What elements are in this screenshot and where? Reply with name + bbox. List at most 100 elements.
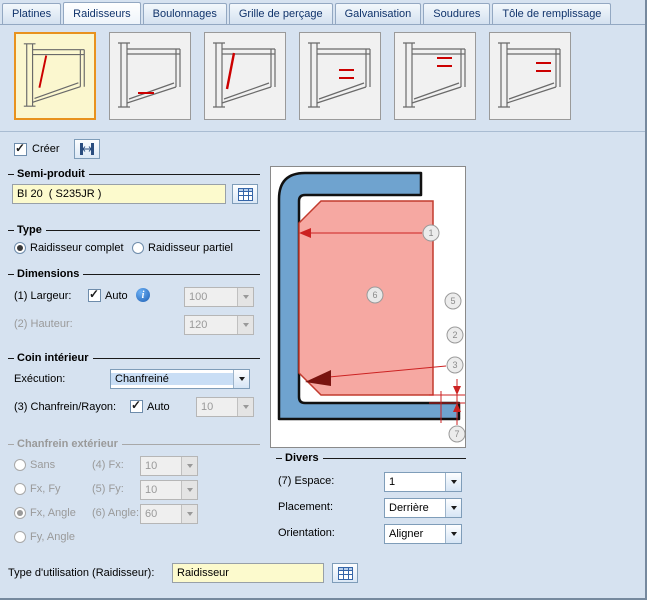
radio-raidisseur-complet-label: Raidisseur complet	[30, 242, 124, 254]
chevron-down-icon	[181, 505, 197, 523]
radio-fx-fy[interactable]	[14, 483, 26, 495]
tab-soudures[interactable]: Soudures	[423, 3, 490, 24]
chevron-down-icon	[445, 473, 461, 491]
fy-value: 10	[141, 484, 181, 496]
placement-value: Derrière	[385, 502, 445, 514]
largeur-auto-label: Auto	[105, 290, 128, 302]
callout-5: 5	[445, 293, 461, 309]
tab-grille-de-percage[interactable]: Grille de perçage	[229, 3, 333, 24]
radio-fy-angle[interactable]	[14, 531, 26, 543]
chevron-down-icon	[181, 457, 197, 475]
chevron-down-icon	[181, 481, 197, 499]
execution-value: Chanfreiné	[111, 373, 233, 385]
callout-6: 6	[367, 287, 383, 303]
fx-label: (4) Fx:	[92, 459, 124, 471]
stiffener-sketch-icon	[300, 33, 380, 119]
create-checkbox[interactable]	[14, 143, 27, 156]
svg-text:1: 1	[428, 228, 433, 238]
placement-combo[interactable]: Derrière	[384, 498, 462, 518]
group-coin-interieur: Coin intérieur Exécution: Chanfreiné (3)…	[8, 352, 260, 426]
stiffener-mode-button[interactable]	[74, 139, 100, 159]
svg-text:5: 5	[450, 296, 455, 306]
stiffener-preview-diagram: 1 5 2 3 6	[271, 167, 465, 447]
execution-label: Exécution:	[14, 373, 65, 385]
espace-value: 1	[385, 476, 445, 488]
callout-1: 1	[423, 225, 439, 241]
angle-label: (6) Angle:	[92, 507, 139, 519]
tab-galvanisation[interactable]: Galvanisation	[335, 3, 422, 24]
radio-sans[interactable]	[14, 459, 26, 471]
chevron-down-icon	[237, 398, 253, 416]
group-title-divers: Divers	[282, 452, 323, 464]
hauteur-label: (2) Hauteur:	[14, 318, 73, 330]
tab-bar: Platines Raidisseurs Boulonnages Grille …	[2, 2, 613, 24]
group-dimensions: Dimensions (1) Largeur: Auto i 100 (2) H…	[8, 268, 260, 344]
info-icon[interactable]: i	[136, 288, 150, 302]
create-label: Créer	[32, 143, 60, 155]
tab-platines[interactable]: Platines	[2, 3, 61, 24]
section-divider	[0, 131, 645, 132]
group-type: Type Raidisseur complet Raidisseur parti…	[8, 224, 260, 260]
tab-raidisseurs[interactable]: Raidisseurs	[63, 2, 140, 24]
space-arrowhead-top	[453, 386, 461, 395]
largeur-combo[interactable]: 100	[184, 287, 254, 307]
orientation-combo[interactable]: Aligner	[384, 524, 462, 544]
hauteur-combo[interactable]: 120	[184, 315, 254, 335]
chevron-down-icon	[237, 316, 253, 334]
chevron-down-icon	[237, 288, 253, 306]
svg-text:2: 2	[452, 330, 457, 340]
chanfrein-rayon-combo[interactable]: 10	[196, 397, 254, 417]
group-divers: Divers (7) Espace: 1 Placement: Derrière…	[276, 452, 466, 548]
stiffener-bars-icon	[79, 142, 95, 156]
tab-tole-de-remplissage[interactable]: Tôle de remplissage	[492, 3, 611, 24]
group-semi-produit: Semi-produit	[8, 168, 260, 212]
usage-type-label: Type d'utilisation (Raidisseur):	[8, 567, 154, 579]
usage-type-table-button[interactable]	[332, 563, 358, 583]
fx-combo[interactable]: 10	[140, 456, 198, 476]
tab-strip-divider	[0, 24, 645, 25]
espace-label: (7) Espace:	[278, 475, 334, 487]
svg-text:7: 7	[454, 429, 459, 439]
radio-raidisseur-complet[interactable]	[14, 242, 26, 254]
group-title-chanfrein-exterieur: Chanfrein extérieur	[14, 438, 122, 450]
stiffener-thumbnail-3[interactable]	[204, 32, 286, 120]
stiffener-plate-shape	[299, 201, 433, 395]
radio-fx-angle-label: Fx, Angle	[30, 507, 76, 519]
usage-type-input[interactable]	[172, 563, 324, 583]
stiffener-thumbnail-1[interactable]	[14, 32, 96, 120]
stiffener-thumbnail-4[interactable]	[299, 32, 381, 120]
stiffener-sketch-icon	[205, 33, 285, 119]
stiffener-thumbnail-6[interactable]	[489, 32, 571, 120]
largeur-label: (1) Largeur:	[14, 290, 71, 302]
radio-raidisseur-partiel[interactable]	[132, 242, 144, 254]
semi-produit-input[interactable]	[12, 184, 226, 204]
group-title-type: Type	[14, 224, 46, 236]
stiffener-thumbnail-5[interactable]	[394, 32, 476, 120]
espace-combo[interactable]: 1	[384, 472, 462, 492]
table-icon	[338, 567, 353, 580]
group-title-dimensions: Dimensions	[14, 268, 83, 280]
execution-combo[interactable]: Chanfreiné	[110, 369, 250, 389]
group-title-coin-interieur: Coin intérieur	[14, 352, 93, 364]
svg-text:3: 3	[452, 360, 457, 370]
largeur-value: 100	[185, 291, 237, 303]
fy-combo[interactable]: 10	[140, 480, 198, 500]
stiffener-thumbnail-2[interactable]	[109, 32, 191, 120]
largeur-auto-checkbox[interactable]	[88, 289, 101, 302]
chevron-down-icon	[233, 370, 249, 388]
stiffener-sketch-icon	[490, 33, 570, 119]
stiffener-dialog: Platines Raidisseurs Boulonnages Grille …	[0, 0, 647, 600]
table-icon	[238, 188, 253, 201]
callout-7: 7	[449, 426, 465, 442]
orientation-label: Orientation:	[278, 527, 335, 539]
stiffener-preview: 1 5 2 3 6	[270, 166, 466, 448]
tab-boulonnages[interactable]: Boulonnages	[143, 3, 227, 24]
semi-produit-table-button[interactable]	[232, 184, 258, 204]
callout-3: 3	[447, 357, 463, 373]
chanfrein-auto-checkbox[interactable]	[130, 400, 143, 413]
angle-combo[interactable]: 60	[140, 504, 198, 524]
placement-label: Placement:	[278, 501, 333, 513]
group-title-semi-produit: Semi-produit	[14, 168, 89, 180]
radio-fx-angle[interactable]	[14, 507, 26, 519]
svg-text:6: 6	[372, 290, 377, 300]
